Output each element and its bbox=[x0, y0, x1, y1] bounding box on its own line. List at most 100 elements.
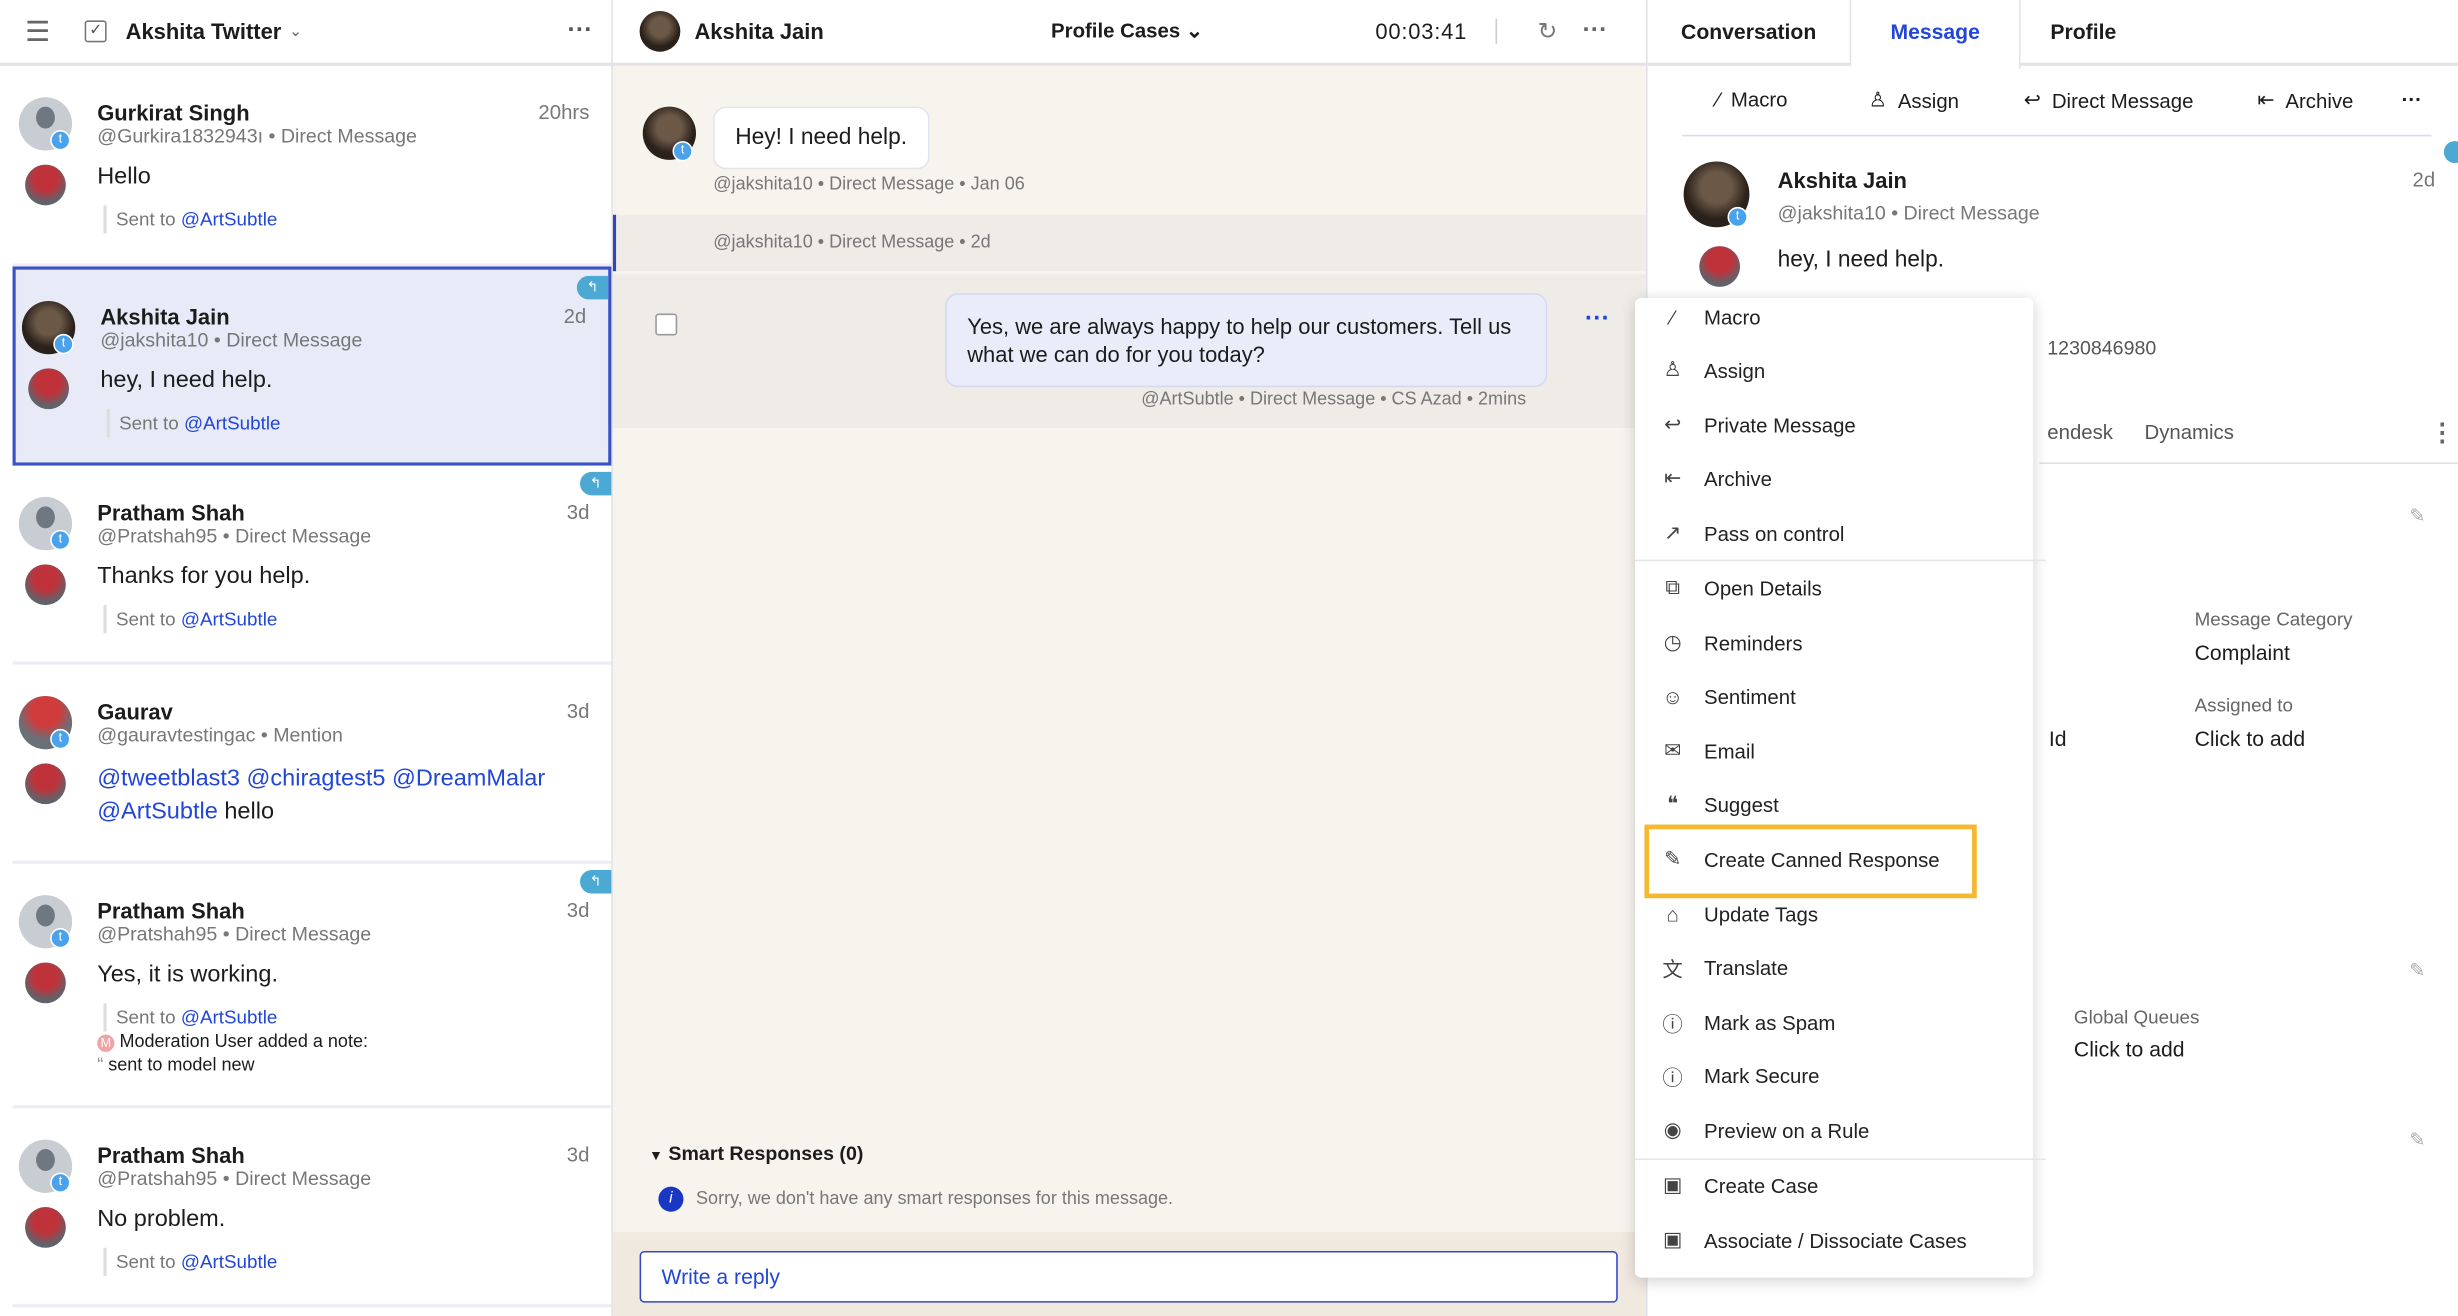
thread-header: Akshita Jain Profile Cases ⌄ 00:03:41 ↻ … bbox=[612, 0, 1646, 66]
timestamp: 3d bbox=[566, 500, 590, 524]
edit-pencil-icon[interactable]: ✎ bbox=[2409, 959, 2425, 981]
sent-to-link[interactable]: @ArtSubtle bbox=[181, 1251, 277, 1273]
eye-icon: ◉ bbox=[1663, 1117, 1682, 1142]
card-handle: @jakshita10 • Direct Message bbox=[1777, 202, 2040, 225]
conversation-list-item[interactable]: t Pratham Shah @Pratshah95 • Direct Mess… bbox=[12, 864, 612, 1109]
refresh-icon[interactable]: ↻ bbox=[1538, 17, 1558, 46]
category-value: Complaint bbox=[2194, 641, 2290, 665]
message-meta: @jakshita10 • Direct Message • Jan 06 bbox=[713, 175, 1025, 195]
conversation-list-item[interactable]: t Gaurav @gauravtestingac • Mention 3d @t… bbox=[12, 665, 612, 864]
assign-person-icon: ♙ bbox=[1868, 87, 1887, 112]
timer: 00:03:41 bbox=[1375, 18, 1468, 44]
menu-item-label: Assign bbox=[1703, 358, 1766, 382]
menu-item-label: Open Details bbox=[1703, 576, 1822, 600]
conversation-list-item[interactable]: t Pratham Shah @Pratshah95 • Direct Mess… bbox=[12, 466, 612, 665]
sent-to-link[interactable]: @ArtSubtle bbox=[181, 608, 277, 630]
app: ☰ ✓ Akshita Twitter ⌄ ··· t Gurkirat Sin… bbox=[0, 0, 2458, 1316]
edit-pencil-icon[interactable]: ✎ bbox=[2409, 505, 2425, 527]
tab-conversation[interactable]: Conversation bbox=[1648, 0, 1852, 66]
message-checkbox[interactable] bbox=[655, 313, 678, 336]
handle: @gauravtestingac bbox=[97, 724, 256, 747]
menu-item-mark-as-spam[interactable]: ⓘ Mark as Spam bbox=[1635, 999, 2033, 1046]
message-type: Direct Message bbox=[280, 125, 417, 148]
menu-item-open-details[interactable]: ⧉ Open Details bbox=[1635, 564, 2033, 611]
message-type: Direct Message bbox=[226, 329, 363, 352]
open-window-icon: ⧉ bbox=[1665, 575, 1680, 599]
message-type: Direct Message bbox=[235, 923, 372, 946]
menu-divider bbox=[1635, 1158, 2046, 1161]
macro-button[interactable]: ⁄ Macro bbox=[1717, 88, 1788, 112]
twitter-icon: t bbox=[50, 130, 71, 151]
menu-item-sentiment[interactable]: ☺ Sentiment bbox=[1635, 673, 2033, 720]
message-text: Yes, it is working. bbox=[97, 960, 278, 988]
menu-item-archive[interactable]: ⇤ Archive bbox=[1635, 455, 2033, 502]
stopwatch-icon: ◷ bbox=[1663, 630, 1682, 654]
menu-item-label: Archive bbox=[1703, 466, 1772, 490]
message-row: Yes, we are always happy to help our cus… bbox=[612, 274, 1646, 428]
divider bbox=[2039, 462, 2458, 465]
handle: @Pratshah95 bbox=[97, 923, 218, 946]
divider bbox=[1682, 134, 2432, 137]
sent-to-link[interactable]: @ArtSubtle bbox=[181, 208, 277, 230]
archive-button[interactable]: ⇤ Archive bbox=[2257, 88, 2353, 113]
conversation-list-item[interactable]: t Akshita Jain @jakshita10 • Direct Mess… bbox=[12, 266, 612, 466]
assigned-value[interactable]: Click to add bbox=[2195, 727, 2306, 751]
conversation-list-item[interactable]: t Pratham Shah @Pratshah95 • Direct Mess… bbox=[12, 1108, 612, 1308]
tab-message[interactable]: Message bbox=[1851, 0, 2021, 69]
reply-tag-icon bbox=[2443, 141, 2458, 164]
mention-link[interactable]: @ArtSubtle bbox=[97, 798, 218, 825]
kebab-menu-icon[interactable]: ⋮ bbox=[2430, 417, 2455, 448]
message-type: Direct Message bbox=[235, 525, 372, 548]
menu-item-suggest[interactable]: ❝ Suggest bbox=[1635, 781, 2033, 828]
menu-item-mark-secure[interactable]: ⓘ Mark Secure bbox=[1635, 1052, 2033, 1099]
global-queues-value[interactable]: Click to add bbox=[2074, 1038, 2185, 1062]
direct-message-button[interactable]: ↩ Direct Message bbox=[2024, 88, 2194, 113]
menu-item-translate[interactable]: 文 Translate bbox=[1635, 944, 2033, 991]
smiley-icon: ☺ bbox=[1662, 684, 1684, 708]
menu-item-macro[interactable]: ⁄ Macro bbox=[1635, 293, 2033, 340]
menu-item-preview-on-a-rule[interactable]: ◉ Preview on a Rule bbox=[1635, 1107, 2033, 1154]
sent-to-link[interactable]: @ArtSubtle bbox=[184, 412, 280, 434]
profile-cases-dropdown[interactable]: Profile Cases ⌄ bbox=[1051, 19, 1203, 44]
tab-profile[interactable]: Profile bbox=[2021, 0, 2146, 66]
timestamp: 3d bbox=[566, 898, 590, 922]
contact-avatar bbox=[639, 10, 681, 52]
sent-to-link[interactable]: @ArtSubtle bbox=[181, 1006, 277, 1028]
tab-zendesk[interactable]: endesk bbox=[2047, 420, 2113, 444]
assign-person-icon: ♙ bbox=[1663, 357, 1682, 381]
menu-item-pass-on-control[interactable]: ↗ Pass on control bbox=[1635, 509, 2033, 556]
menu-item-associate-dissociate-cases[interactable]: ▣ Associate / Dissociate Cases bbox=[1635, 1216, 2033, 1263]
conversation-list-item[interactable]: t Gurkirat Singh @Gurkira1832943ı • Dire… bbox=[12, 66, 612, 267]
reply-tag-icon: ↰ bbox=[580, 870, 612, 894]
alert-circle-icon: ⓘ bbox=[1662, 1065, 1683, 1089]
handle: @jakshita10 bbox=[100, 329, 209, 352]
menu-item-reminders[interactable]: ◷ Reminders bbox=[1635, 619, 2033, 666]
more-actions-icon[interactable]: ··· bbox=[2402, 88, 2422, 112]
menu-item-create-case[interactable]: ▣ Create Case bbox=[1635, 1162, 2033, 1209]
menu-item-private-message[interactable]: ↩ Private Message bbox=[1635, 401, 2033, 448]
select-all-checkbox[interactable]: ✓ bbox=[84, 20, 107, 43]
message-text: @tweetblast3 @chiragtest5 @DreamMalar @A… bbox=[97, 762, 583, 828]
smart-responses-toggle[interactable]: ▼ Smart Responses (0) bbox=[649, 1143, 863, 1165]
menu-item-email[interactable]: ✉ Email bbox=[1635, 727, 2033, 774]
external-arrow-icon: ↗ bbox=[1664, 520, 1682, 544]
message-type: Direct Message bbox=[235, 1167, 372, 1190]
more-options-icon[interactable]: ··· bbox=[567, 17, 592, 45]
reply-input[interactable]: Write a reply bbox=[639, 1250, 1618, 1303]
message-more-icon[interactable]: ··· bbox=[1585, 306, 1610, 334]
author-name: Pratham Shah bbox=[97, 1142, 245, 1168]
assigned-label: Assigned to bbox=[2194, 694, 2293, 717]
caret-down-icon: ▼ bbox=[648, 1147, 663, 1164]
mention-links[interactable]: @tweetblast3 @chiragtest5 @DreamMalar bbox=[97, 765, 545, 792]
recipient-avatar bbox=[25, 1207, 66, 1248]
menu-item-label: Associate / Dissociate Cases bbox=[1703, 1228, 1967, 1252]
more-options-icon[interactable]: ··· bbox=[1582, 17, 1607, 45]
tab-dynamics[interactable]: Dynamics bbox=[2144, 420, 2233, 444]
author-handle: @Pratshah95 • Direct Message bbox=[97, 923, 372, 946]
hamburger-menu-icon[interactable]: ☰ bbox=[25, 15, 50, 48]
account-title[interactable]: Akshita Twitter bbox=[126, 19, 282, 44]
edit-pencil-icon[interactable]: ✎ bbox=[2409, 1129, 2425, 1151]
menu-item-assign[interactable]: ♙ Assign bbox=[1635, 346, 2033, 393]
chevron-down-icon[interactable]: ⌄ bbox=[289, 23, 302, 40]
assign-button[interactable]: ♙ Assign bbox=[1869, 88, 1959, 113]
